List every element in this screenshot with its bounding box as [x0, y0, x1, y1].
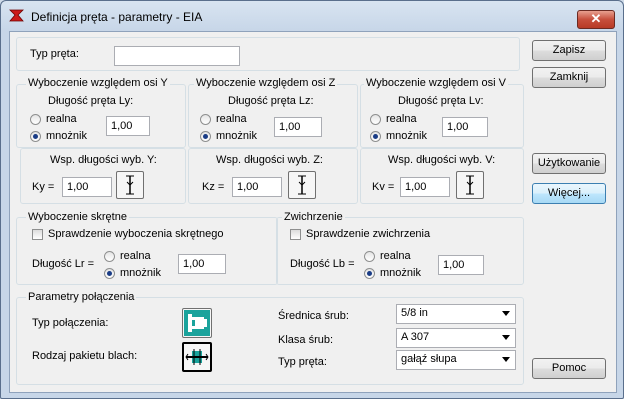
buckling-z-factor-label: mnożnik: [216, 130, 257, 142]
buckling-y-length-input[interactable]: 1,00: [106, 116, 150, 136]
lateral-factor-label: mnożnik: [380, 267, 421, 279]
plate-package-icon: [185, 349, 209, 365]
save-button[interactable]: Zapisz: [532, 40, 606, 61]
coef-y-prefix: Ky =: [32, 181, 55, 193]
coef-v-input[interactable]: 1,00: [400, 177, 450, 197]
coef-z-helper-button[interactable]: [288, 171, 316, 199]
dialog-client-area: Typ pręta: Zapisz Zamknij Użytkowanie Wi…: [9, 31, 617, 393]
buckling-z-length-label: Długość pręta Lz:: [228, 95, 314, 107]
connection-member-type-value: gałąź słupa: [401, 353, 457, 365]
torsional-factor-radio[interactable]: [104, 268, 115, 279]
buckling-y-factor-label: mnożnik: [46, 130, 87, 142]
buckling-v-real-radio[interactable]: [370, 114, 381, 125]
torsional-length-input[interactable]: 1,00: [178, 254, 226, 274]
buckling-y-real-radio[interactable]: [30, 114, 41, 125]
column-length-icon: [466, 175, 474, 195]
lateral-length-input[interactable]: 1,00: [438, 255, 484, 275]
close-dialog-button[interactable]: Zamknij: [532, 67, 606, 88]
torsional-real-label: realna: [120, 250, 151, 262]
torsional-length-label: Długość Lr =: [32, 258, 95, 270]
window-title: Definicja pręta - parametry - EIA: [31, 10, 203, 24]
lateral-factor-radio[interactable]: [364, 268, 375, 279]
column-length-icon: [126, 175, 134, 195]
plate-package-button[interactable]: [182, 342, 212, 372]
plate-package-label: Rodzaj pakietu blach:: [32, 350, 138, 362]
coef-v-helper-button[interactable]: [456, 171, 484, 199]
lateral-real-label: realna: [380, 250, 411, 262]
lateral-title: Zwichrzenie: [282, 211, 345, 223]
coef-y-input[interactable]: 1,00: [62, 177, 112, 197]
connection-type-button[interactable]: [182, 308, 212, 338]
torsional-checkbox[interactable]: [32, 229, 43, 240]
coef-y-label: Wsp. długości wyb. Y:: [50, 154, 157, 166]
buckling-z-length-input[interactable]: 1,00: [274, 117, 322, 137]
buckling-y-length-label: Długość pręta Ly:: [48, 95, 134, 107]
lateral-length-label: Długość Lb =: [290, 258, 355, 270]
member-type-label: Typ pręta:: [30, 48, 79, 60]
usage-button[interactable]: Użytkowanie: [532, 153, 606, 174]
buckling-v-length-input[interactable]: 1,00: [442, 117, 488, 137]
bolt-diameter-value: 5/8 in: [401, 307, 428, 319]
buckling-z-real-radio[interactable]: [200, 114, 211, 125]
lateral-real-radio[interactable]: [364, 251, 375, 262]
buckling-v-real-label: realna: [386, 113, 417, 125]
buckling-z-title: Wyboczenie względem osi Z: [194, 77, 338, 89]
bolt-class-select[interactable]: A 307: [396, 328, 516, 348]
coef-z-prefix: Kz =: [202, 181, 225, 193]
member-type-group: [16, 37, 520, 71]
buckling-v-length-label: Długość pręta Lv:: [398, 95, 484, 107]
bolt-diameter-label: Średnica śrub:: [278, 310, 349, 322]
buckling-z-real-label: realna: [216, 113, 247, 125]
torsional-check-label: Sprawdzenie wyboczenia skrętnego: [48, 228, 224, 240]
more-button[interactable]: Więcej...: [532, 183, 606, 204]
torsional-factor-label: mnożnik: [120, 267, 161, 279]
buckling-y-real-label: realna: [46, 113, 77, 125]
connection-member-type-label: Typ pręta:: [278, 356, 327, 368]
buckling-v-title: Wyboczenie względem osi V: [364, 77, 508, 89]
buckling-v-factor-radio[interactable]: [370, 131, 381, 142]
buckling-y-group: [16, 84, 186, 148]
buckling-y-title: Wyboczenie względem osi Y: [26, 77, 170, 89]
bolt-class-label: Klasa śrub:: [278, 334, 334, 346]
chevron-down-icon: [502, 311, 510, 316]
coef-v-label: Wsp. długości wyb. V:: [388, 154, 496, 166]
app-icon: [9, 9, 24, 22]
torsional-real-radio[interactable]: [104, 251, 115, 262]
title-bar: Definicja pręta - parametry - EIA ✕: [1, 1, 623, 31]
column-length-icon: [298, 175, 306, 195]
connection-member-type-select[interactable]: gałąź słupa: [396, 350, 516, 370]
connection-title: Parametry połączenia: [26, 291, 137, 303]
torsional-title: Wyboczenie skrętne: [26, 211, 129, 223]
buckling-z-factor-radio[interactable]: [200, 131, 211, 142]
buckling-v-factor-label: mnożnik: [386, 130, 427, 142]
close-button[interactable]: ✕: [577, 10, 615, 29]
member-type-input[interactable]: [114, 46, 240, 66]
lateral-check-label: Sprawdzenie zwichrzenia: [306, 228, 431, 240]
buckling-y-factor-radio[interactable]: [30, 131, 41, 142]
dialog-window: Definicja pręta - parametry - EIA ✕ Typ …: [0, 0, 624, 399]
bolt-diameter-select[interactable]: 5/8 in: [396, 304, 516, 324]
chevron-down-icon: [502, 357, 510, 362]
connection-icon: [184, 310, 210, 336]
coef-y-helper-button[interactable]: [116, 171, 144, 199]
chevron-down-icon: [502, 335, 510, 340]
coef-v-prefix: Kv =: [372, 181, 395, 193]
help-button[interactable]: Pomoc: [532, 358, 606, 379]
connection-type-label: Typ połączenia:: [32, 317, 109, 329]
buckling-z-group: [188, 84, 358, 148]
coef-z-input[interactable]: 1,00: [232, 177, 282, 197]
buckling-v-group: [360, 84, 524, 148]
coef-z-label: Wsp. długości wyb. Z:: [216, 154, 323, 166]
bolt-class-value: A 307: [401, 331, 430, 343]
lateral-checkbox[interactable]: [290, 229, 301, 240]
